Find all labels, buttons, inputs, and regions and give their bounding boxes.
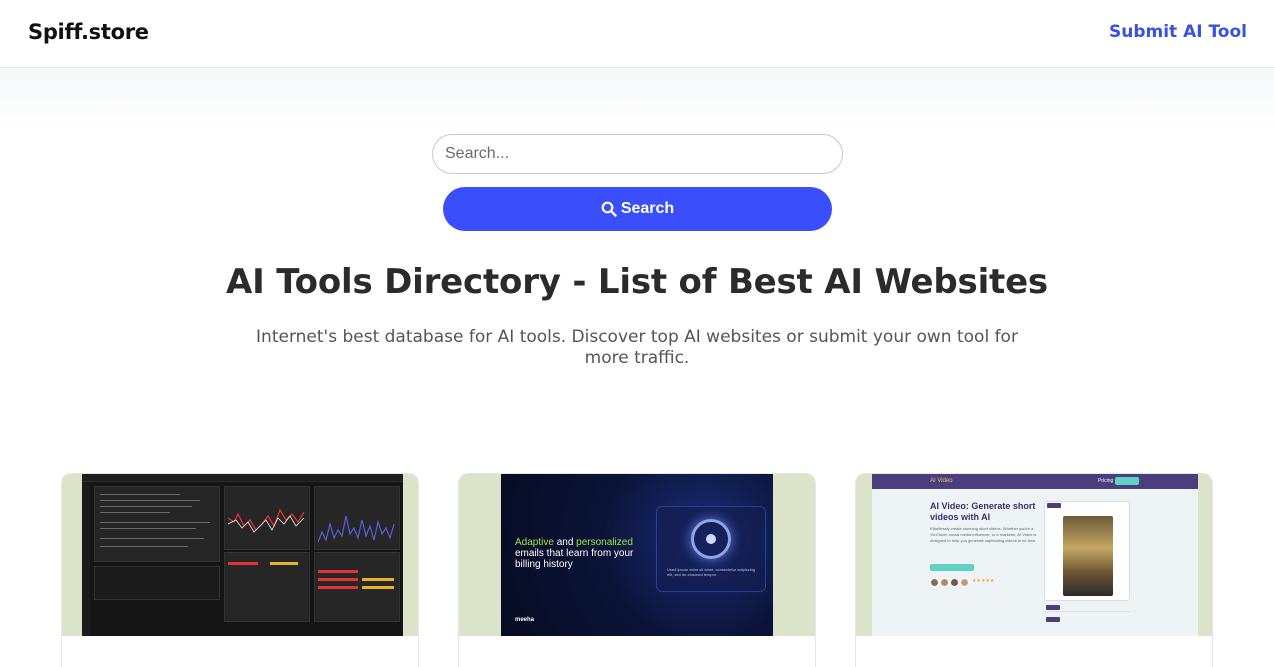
tool-card-thumbnail[interactable]: AI Video Pricing AI Video: Generate shor… [856, 474, 1212, 636]
shot-body: Effortlessly create stunning short video… [930, 526, 1037, 543]
tool-card[interactable] [61, 473, 419, 667]
ring-logo-icon [691, 519, 731, 559]
star-rating-icon: ★★★★★ [972, 578, 995, 584]
ai-video-screenshot: AI Video Pricing AI Video: Generate shor… [872, 474, 1198, 636]
video-thumbnail [1063, 516, 1113, 596]
tool-card-thumbnail[interactable]: Adaptive and personalized emails that le… [459, 474, 815, 636]
site-header: Spiff.store Submit AI Tool [0, 0, 1274, 68]
shot-headline: Adaptive and personalized emails that le… [515, 537, 634, 570]
search-icon [601, 201, 617, 217]
dark-trading-dashboard-screenshot [82, 474, 403, 636]
hero-background [0, 69, 1274, 129]
shot-nav-title: AI Video [930, 478, 953, 484]
search-button-label: Search [620, 200, 675, 217]
email-marketing-screenshot: Adaptive and personalized emails that le… [501, 474, 773, 636]
tool-card[interactable]: Adaptive and personalized emails that le… [458, 473, 816, 667]
page-subtitle: Internet's best database for AI tools. D… [256, 327, 1018, 368]
submit-ai-tool-link[interactable]: Submit AI Tool [1109, 22, 1247, 42]
shot-brand: meeha [515, 617, 535, 623]
shot-heading: AI Video: Generate short videos with AI [930, 501, 1036, 522]
shot-nav-pricing: Pricing [1098, 478, 1114, 484]
tool-card-title[interactable] [489, 656, 749, 667]
tool-card-title[interactable] [886, 656, 1146, 667]
shot-video-card [1044, 501, 1130, 601]
shot-caption: Used ipsum dolor sit amet, consectetur a… [667, 567, 756, 577]
page-title: AI Tools Directory - List of Best AI Web… [226, 262, 1048, 302]
tool-card-title[interactable] [92, 656, 352, 667]
site-logo[interactable]: Spiff.store [28, 20, 149, 44]
tool-card[interactable]: AI Video Pricing AI Video: Generate shor… [855, 473, 1213, 667]
avatar-group [930, 578, 970, 587]
shot-panel: Used ipsum dolor sit amet, consectetur a… [656, 506, 766, 592]
search-input[interactable] [432, 134, 843, 174]
tool-card-thumbnail[interactable] [62, 474, 418, 636]
search-button[interactable]: Search [443, 187, 832, 231]
